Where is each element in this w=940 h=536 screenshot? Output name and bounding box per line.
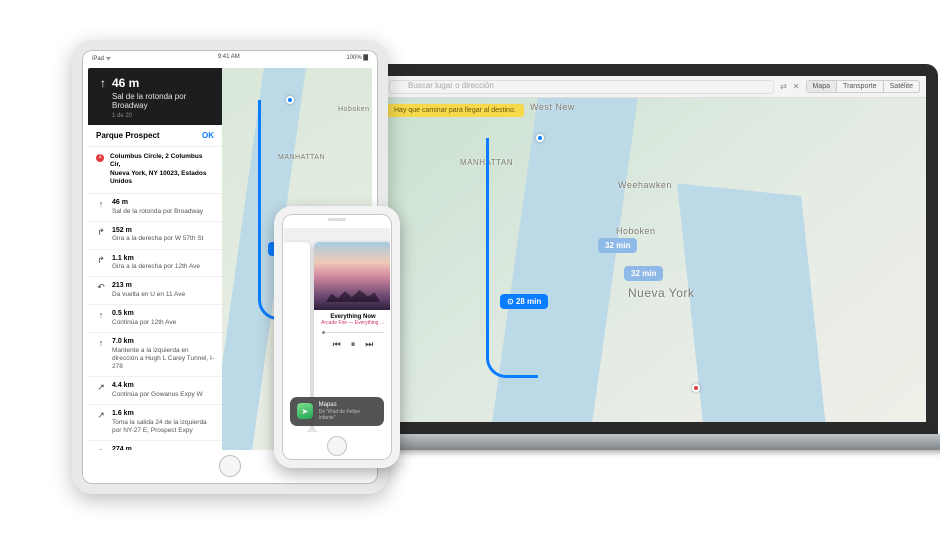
step-text: Continúa por Gowanus Expy W [112, 391, 203, 399]
label-hoboken: Hoboken [616, 226, 656, 236]
step-icon: ↱ [96, 227, 106, 244]
handoff-title: Mapas [319, 402, 377, 409]
origin-marker-icon: 1 [96, 154, 104, 162]
segment-satelite[interactable]: Satélite [884, 81, 919, 92]
track-title: Everything Now [314, 310, 390, 320]
route-badge-alt2[interactable]: 32 min [624, 266, 663, 281]
step-icon: ↑ [96, 338, 106, 371]
step-text: Gira a la derecha por W 57th St [112, 235, 203, 243]
status-time: 9:41 AM [218, 54, 240, 62]
step-distance: 274 m [112, 446, 132, 450]
album-art [314, 242, 390, 310]
direction-step[interactable]: ↗ 1.6 kmToma la salida 24 de la izquierda… [88, 405, 222, 441]
nav-distance: 46 m [112, 76, 139, 90]
nav-step-counter: 1 de 20 [96, 113, 214, 119]
label-nueva-york: Nueva York [628, 286, 694, 300]
directions-sidebar: ↑46 m Sal de la rotonda por Broadway 1 d… [88, 68, 222, 450]
route-badge-main[interactable]: ⊙ 28 min [500, 294, 548, 309]
mac-map[interactable]: Hay que caminar para llegar al destino. … [370, 98, 926, 422]
walk-warning-banner: Hay que caminar para llegar al destino. [376, 104, 524, 117]
step-icon: ↑ [96, 446, 106, 450]
step-icon: ↱ [96, 255, 106, 272]
label-weehawken: Weehawken [618, 180, 672, 190]
step-distance: 213 m [112, 282, 185, 291]
ok-button[interactable]: OK [202, 131, 214, 140]
direction-step[interactable]: ↗ 4.4 kmContinúa por Gowanus Expy W [88, 377, 222, 405]
maps-app-icon [297, 403, 313, 419]
track-subtitle: Arcade Fire — Everything … [314, 320, 390, 330]
status-right: 100% ▇ [346, 54, 368, 62]
directions-icon[interactable]: ⇄ [780, 82, 787, 91]
playback-controls: ⏮ ⏸ ⏭ [314, 335, 390, 358]
ipad-statusbar: iPad ᯤ 9:41 AM 100% ▇ [92, 54, 368, 62]
destination-name: Parque Prospect [96, 131, 160, 140]
direction-step[interactable]: ↱ 152 mGira a la derecha por W 57th St [88, 222, 222, 250]
close-icon[interactable]: ✕ [793, 82, 800, 91]
iphone: Música Everything Now Arcade Fire — Ever… [274, 206, 400, 468]
pause-icon[interactable]: ⏸ [351, 339, 356, 350]
up-arrow-icon: ↑ [96, 76, 110, 90]
search-input[interactable]: Buscar lugar o dirección [389, 80, 774, 94]
step-text: Continúa por 12th Ave [112, 319, 176, 327]
label-west-new: West New [530, 102, 575, 112]
macbook-screen: ◉ Buscar lugar o dirección ⇄ ✕ Mapa Tran… [358, 64, 938, 434]
step-text: Toma la salida 24 de la izquierda por NY… [112, 419, 214, 435]
view-segmented[interactable]: Mapa Transporte Satélite [806, 80, 920, 93]
step-distance: 1.6 km [112, 410, 214, 419]
direction-step[interactable]: ↑ 274 m [88, 441, 222, 450]
status-left: iPad ᯤ [92, 54, 111, 62]
origin-row[interactable]: 1 Columbus Circle, 2 Columbus Cir, Nueva… [88, 147, 222, 194]
step-text: Gira a la derecha por 12th Ave [112, 263, 200, 271]
step-list[interactable]: ↑ 46 mSal de la rotonda por Broadway ↱ 152 … [88, 194, 222, 450]
home-button[interactable] [327, 436, 347, 456]
step-distance: 1.1 km [112, 255, 200, 264]
handoff-subtitle: De "iPad de Felipe Infante" [319, 409, 377, 421]
east-river [678, 183, 830, 434]
macbook: ◉ Buscar lugar o dirección ⇄ ✕ Mapa Tran… [358, 64, 938, 450]
step-icon: ↗ [96, 410, 106, 435]
destination-row[interactable]: Parque Prospect OK [88, 125, 222, 147]
step-text: Mantente a la izquierda en dirección a H… [112, 347, 214, 371]
step-icon: ↶ [96, 282, 106, 299]
app-switcher[interactable]: Música Everything Now Arcade Fire — Ever… [284, 228, 390, 432]
macbook-base [328, 434, 940, 450]
direction-step[interactable]: ↑ 0.5 kmContinúa por 12th Ave [88, 305, 222, 333]
step-text: Sal de la rotonda por Broadway [112, 208, 203, 216]
step-distance: 46 m [112, 199, 203, 208]
step-icon: ↗ [96, 382, 106, 399]
step-icon: ↑ [96, 310, 106, 327]
route-main [486, 138, 538, 378]
progress-bar[interactable] [322, 332, 384, 333]
search-placeholder: Buscar lugar o dirección [408, 81, 494, 90]
step-distance: 0.5 km [112, 310, 176, 319]
destination-pin[interactable] [692, 384, 700, 392]
route-badge-alt1[interactable]: 32 min [598, 238, 637, 253]
direction-step[interactable]: ↶ 213 mDa vuelta en U en 11 Ave [88, 277, 222, 305]
step-distance: 152 m [112, 227, 203, 236]
origin-address: Columbus Circle, 2 Columbus Cir, Nueva Y… [110, 153, 214, 187]
nav-banner[interactable]: ↑46 m Sal de la rotonda por Broadway 1 d… [88, 68, 222, 125]
next-icon[interactable]: ⏭ [365, 339, 373, 350]
mac-toolbar: ◉ Buscar lugar o dirección ⇄ ✕ Mapa Tran… [370, 76, 926, 98]
home-button[interactable] [219, 455, 241, 477]
segment-transporte[interactable]: Transporte [837, 81, 884, 92]
nav-instruction: Sal de la rotonda por Broadway [96, 92, 214, 110]
direction-step[interactable]: ↑ 7.0 kmMantente a la izquierda en direcc… [88, 333, 222, 377]
previous-icon[interactable]: ⏮ [333, 339, 341, 350]
step-text: Da vuelta en U en 11 Ave [112, 291, 185, 299]
step-distance: 7.0 km [112, 338, 214, 347]
label-hoboken: Hoboken [338, 106, 370, 113]
segment-mapa[interactable]: Mapa [807, 81, 838, 92]
step-icon: ↑ [96, 199, 106, 216]
direction-step[interactable]: ↱ 1.1 kmGira a la derecha por 12th Ave [88, 250, 222, 278]
handoff-banner[interactable]: Mapas De "iPad de Felipe Infante" [290, 397, 384, 426]
direction-step[interactable]: ↑ 46 mSal de la rotonda por Broadway [88, 194, 222, 222]
step-distance: 4.4 km [112, 382, 203, 391]
